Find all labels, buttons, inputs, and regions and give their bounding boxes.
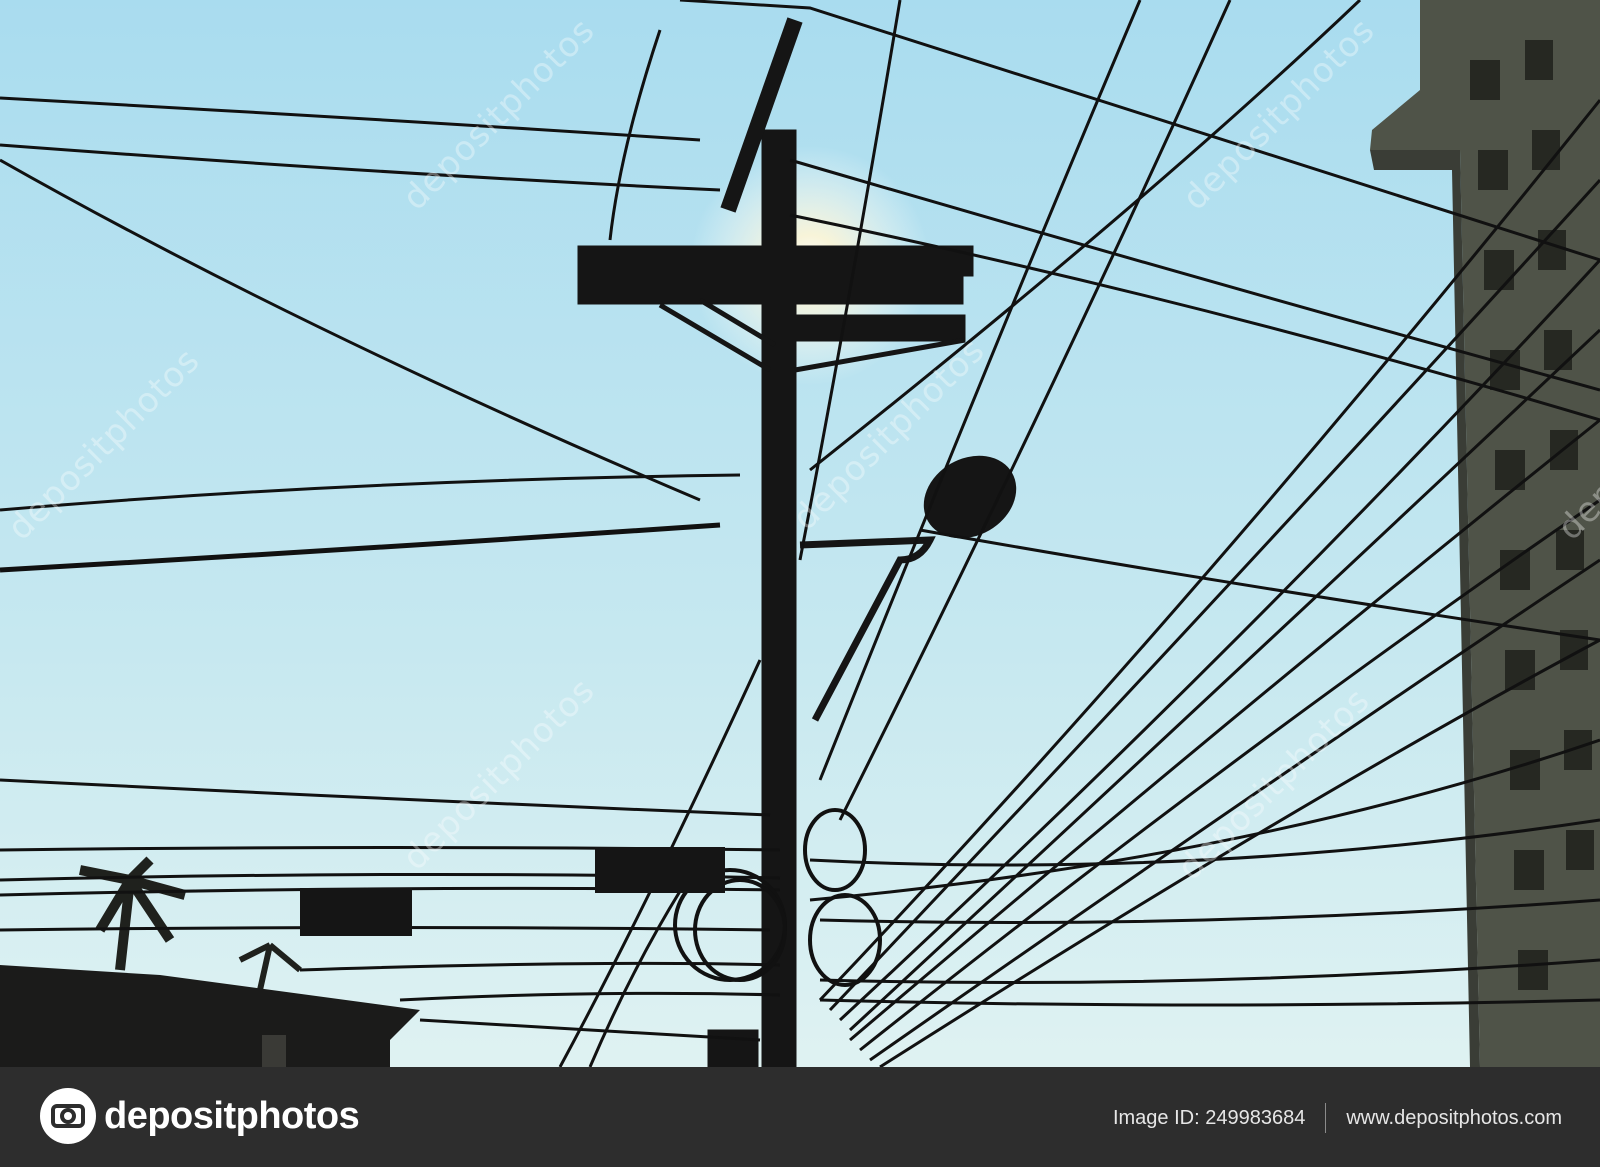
footer-bar: depositphotos Image ID: 249983684 www.de…: [0, 1067, 1600, 1167]
image-id: Image ID: 249983684: [1112, 1106, 1306, 1129]
photo-scene: [0, 0, 1600, 1067]
image-meta: Image ID: 249983684 www.depositphotos.co…: [1113, 1103, 1562, 1133]
brand-logo[interactable]: depositphotos: [40, 1087, 360, 1145]
divider: [1325, 1103, 1327, 1133]
photo: depositphotos depositphotos depositphoto…: [0, 0, 1600, 1067]
website-link[interactable]: www.depositphotos.com: [1346, 1107, 1562, 1130]
brand-name: depositphotos: [104, 1094, 360, 1137]
camera-icon: [40, 1088, 96, 1144]
